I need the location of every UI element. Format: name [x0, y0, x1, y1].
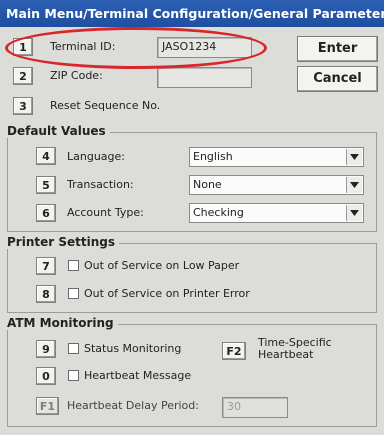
language-label: Language:: [67, 150, 125, 163]
low-paper-checkbox[interactable]: [68, 260, 79, 271]
enter-button[interactable]: Enter: [297, 36, 378, 62]
language-key-button[interactable]: 4: [36, 147, 56, 165]
highlight-ellipse: [5, 27, 267, 69]
heartbeat-message-label: Heartbeat Message: [84, 369, 192, 382]
low-paper-label: Out of Service on Low Paper: [84, 259, 240, 272]
account-type-value: Checking: [193, 206, 244, 219]
status-monitoring-checkbox[interactable]: [68, 343, 79, 354]
status-monitoring-label: Status Monitoring: [84, 342, 182, 355]
heartbeat-delay-label: Heartbeat Delay Period:: [67, 399, 199, 412]
printer-error-label: Out of Service on Printer Error: [84, 287, 250, 300]
atm-monitoring-title: ATM Monitoring: [7, 316, 118, 330]
chevron-down-icon[interactable]: [346, 177, 362, 193]
transaction-value: None: [193, 178, 222, 191]
transaction-key-button[interactable]: 5: [36, 176, 56, 194]
chevron-down-icon[interactable]: [346, 205, 362, 221]
printer-settings-title: Printer Settings: [7, 235, 119, 249]
language-select[interactable]: English: [189, 147, 364, 167]
status-monitoring-key-button[interactable]: 9: [36, 340, 56, 358]
printer-settings-group: Printer Settings: [7, 235, 377, 313]
reset-sequence-label: Reset Sequence No.: [50, 99, 161, 112]
zip-code-label: ZIP Code:: [50, 69, 103, 82]
heartbeat-delay-key-button[interactable]: F1: [36, 397, 59, 415]
low-paper-key-button[interactable]: 7: [36, 257, 56, 275]
default-values-title: Default Values: [7, 124, 110, 138]
printer-error-key-button[interactable]: 8: [36, 285, 56, 303]
chevron-down-icon[interactable]: [346, 149, 362, 165]
zip-code-field[interactable]: [157, 67, 252, 88]
heartbeat-message-key-button[interactable]: 0: [36, 367, 56, 385]
heartbeat-message-checkbox[interactable]: [68, 370, 79, 381]
cancel-button[interactable]: Cancel: [297, 66, 378, 92]
heartbeat-delay-field[interactable]: 30: [222, 397, 288, 418]
account-type-key-button[interactable]: 6: [36, 204, 56, 222]
printer-error-checkbox[interactable]: [68, 288, 79, 299]
transaction-label: Transaction:: [67, 178, 134, 191]
terminal-config-window: Main Menu/Terminal Configuration/General…: [0, 0, 384, 435]
zip-code-key-button[interactable]: 2: [13, 67, 33, 85]
transaction-select[interactable]: None: [189, 175, 364, 195]
language-value: English: [193, 150, 233, 163]
account-type-label: Account Type:: [67, 206, 144, 219]
account-type-select[interactable]: Checking: [189, 203, 364, 223]
time-specific-key-button[interactable]: F2: [222, 342, 246, 360]
reset-sequence-key-button[interactable]: 3: [13, 97, 33, 115]
time-specific-label-line2: Heartbeat: [258, 348, 314, 361]
window-title: Main Menu/Terminal Configuration/General…: [0, 0, 384, 27]
